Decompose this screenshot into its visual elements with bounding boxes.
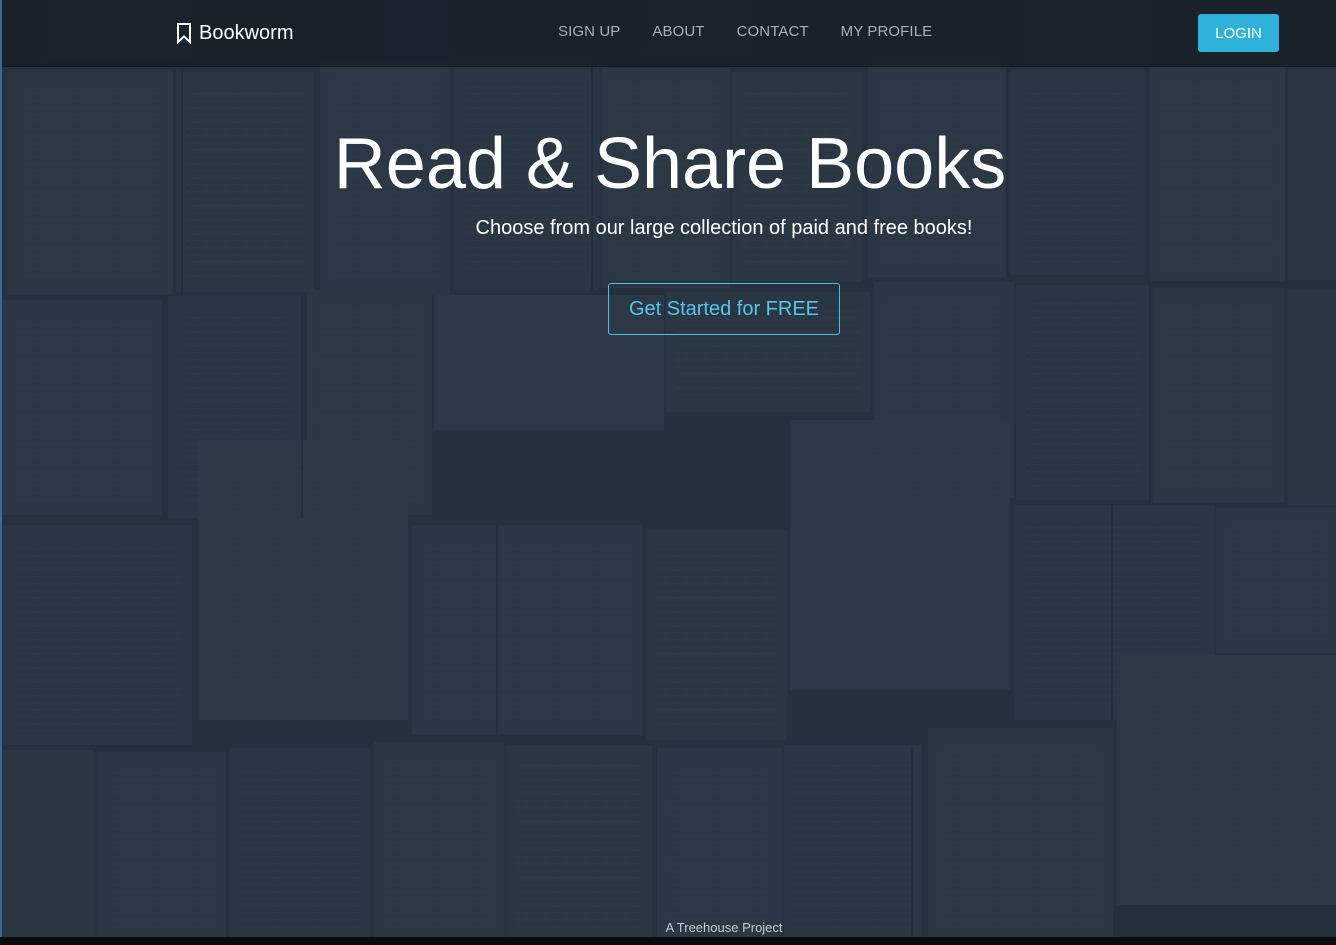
footer-credit: A Treehouse Project (2, 920, 1336, 936)
hero-subheadline: Choose from our large collection of paid… (2, 216, 1336, 240)
hero-headline-text: Read & Share Books (333, 124, 1007, 204)
brand-name: Bookworm (199, 21, 294, 44)
footer-credit-text: A Treehouse Project (665, 920, 783, 935)
bottom-edge-bar (0, 937, 1336, 945)
hero-headline: Read & Share Books (2, 122, 1336, 206)
hero-subheadline-text: Choose from our large collection of paid… (475, 217, 973, 239)
top-navbar: Bookworm SIGN UP ABOUT CONTACT MY PROFIL… (2, 0, 1336, 67)
page: Bookworm SIGN UP ABOUT CONTACT MY PROFIL… (0, 0, 1336, 945)
get-started-button[interactable]: Get Started for FREE (608, 283, 840, 335)
nav-links: SIGN UP ABOUT CONTACT MY PROFILE (542, 22, 948, 42)
nav-link-contact[interactable]: CONTACT (721, 22, 825, 42)
bookmark-icon (177, 23, 191, 44)
nav-link-about[interactable]: ABOUT (636, 22, 720, 42)
brand-logo-link[interactable]: Bookworm (175, 20, 293, 46)
nav-link-my-profile[interactable]: MY PROFILE (825, 22, 949, 42)
hero-section: Bookworm SIGN UP ABOUT CONTACT MY PROFIL… (0, 0, 1336, 937)
nav-link-sign-up[interactable]: SIGN UP (542, 22, 636, 42)
login-button[interactable]: LOGIN (1198, 14, 1279, 52)
